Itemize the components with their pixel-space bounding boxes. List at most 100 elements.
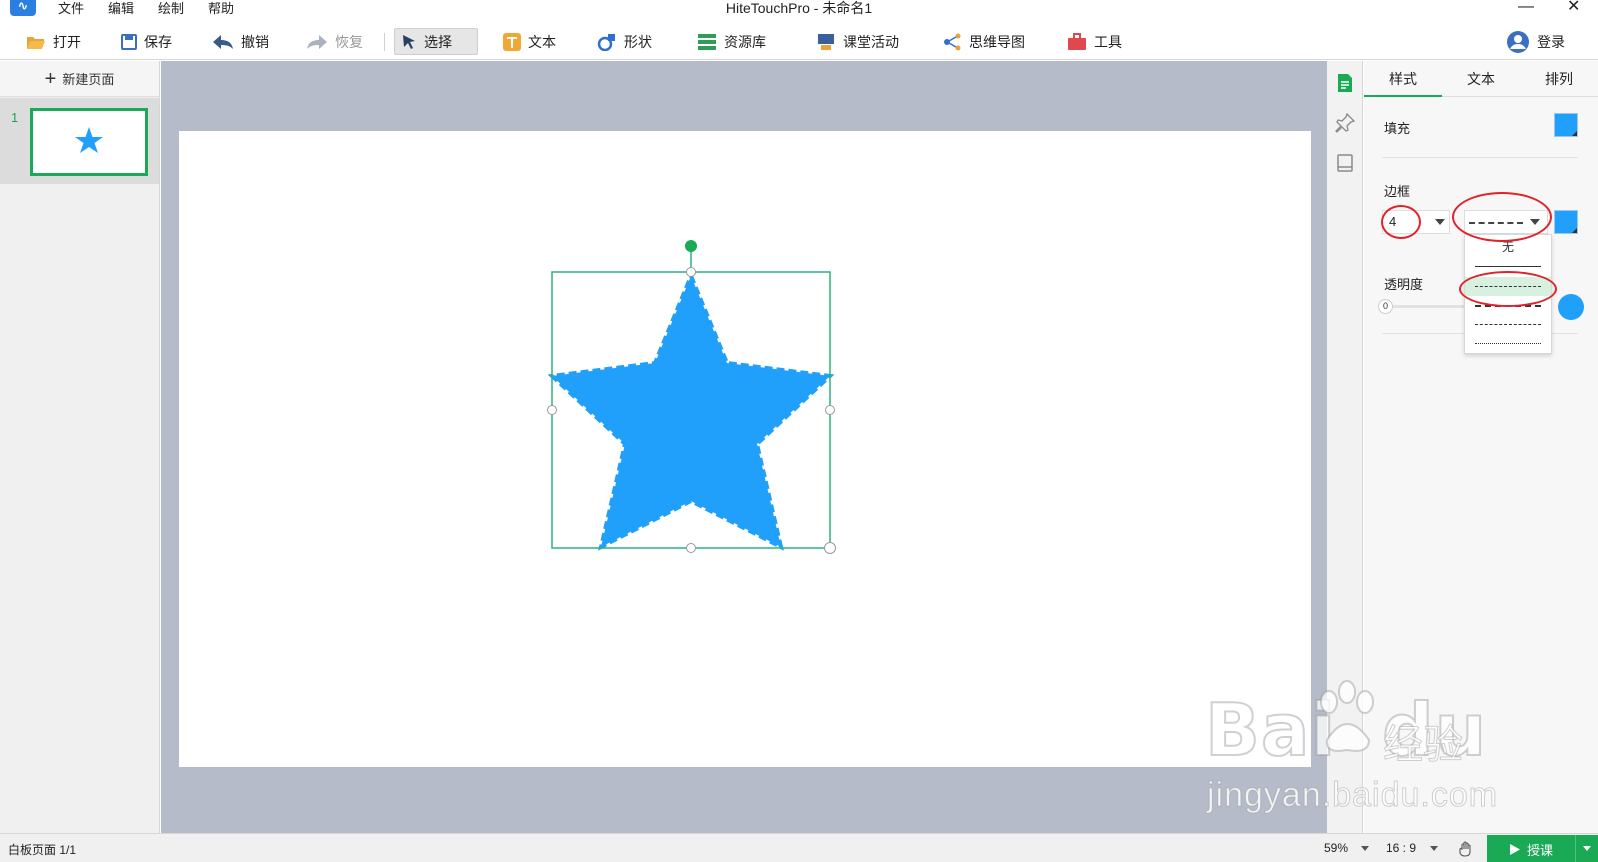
title-bar: ∿ 文件 编辑 绘制 帮助 HiteTouchPro - 未命名1 — ✕ xyxy=(0,0,1598,18)
annotation-circle xyxy=(1381,205,1421,239)
opacity-label: 透明度 xyxy=(1384,277,1424,292)
opacity-slider-knob[interactable]: 0 xyxy=(1378,299,1393,314)
login-button[interactable]: 登录 xyxy=(1500,28,1571,55)
menu-edit[interactable]: 编辑 xyxy=(108,0,134,17)
resize-handle-right[interactable] xyxy=(825,405,835,415)
mindmap-icon xyxy=(944,33,961,50)
new-page-button[interactable]: + 新建页面 xyxy=(0,61,159,97)
redo-button[interactable]: 恢复 xyxy=(300,28,369,55)
page-number: 1 xyxy=(11,110,19,125)
play-icon xyxy=(1510,843,1520,855)
undo-button[interactable]: 撤销 xyxy=(206,28,275,55)
book-icon[interactable] xyxy=(1335,153,1355,173)
fill-label: 填充 xyxy=(1384,121,1411,136)
whiteboard-page[interactable] xyxy=(179,131,1311,767)
undo-icon xyxy=(213,34,233,49)
border-label: 边框 xyxy=(1384,184,1411,199)
menu-help[interactable]: 帮助 xyxy=(208,0,234,17)
menu-file[interactable]: 文件 xyxy=(58,0,84,17)
hand-icon[interactable] xyxy=(1458,841,1474,857)
chevron-down-icon xyxy=(1435,219,1445,225)
toolbar-separator xyxy=(384,33,385,51)
redo-label: 恢复 xyxy=(335,33,363,50)
user-avatar-icon xyxy=(1507,30,1529,53)
divider xyxy=(1382,157,1578,158)
new-page-label: 新建页面 xyxy=(62,72,115,87)
border-color-swatch[interactable] xyxy=(1554,210,1578,234)
border-style-option-dash-dot[interactable] xyxy=(1465,315,1551,334)
text-label: 文本 xyxy=(528,33,556,50)
activities-label: 课堂活动 xyxy=(843,33,899,50)
teach-label: 授课 xyxy=(1527,842,1554,858)
resize-handle-bottom[interactable] xyxy=(686,543,696,553)
zoom-level[interactable]: 59% xyxy=(1324,841,1348,855)
resize-handle-bottom-right[interactable] xyxy=(824,542,836,554)
save-icon xyxy=(121,33,137,50)
aspect-ratio[interactable]: 16 : 9 xyxy=(1386,841,1416,855)
open-button[interactable]: 打开 xyxy=(20,28,87,55)
pin-icon[interactable] xyxy=(1335,113,1355,133)
side-icon-bar xyxy=(1327,61,1363,833)
canvas-svg xyxy=(547,240,836,554)
shape-label: 形状 xyxy=(624,33,652,50)
resources-icon xyxy=(698,33,716,50)
resize-handle-left[interactable] xyxy=(547,405,557,415)
page-thumbnail[interactable] xyxy=(30,108,148,176)
toolbar: 打开 保存 撤销 恢复 选择 文本 形状 资源库 课堂活动 思维导图 工具 登录 xyxy=(0,22,1598,60)
tab-text[interactable]: 文本 xyxy=(1442,61,1520,97)
open-label: 打开 xyxy=(53,33,81,50)
redo-icon xyxy=(307,34,327,49)
resources-button[interactable]: 资源库 xyxy=(691,28,772,55)
status-bar: 白板页面 1/1 59% 16 : 9 授课 xyxy=(0,833,1598,862)
chevron-down-icon[interactable] xyxy=(1430,846,1438,851)
shape-button[interactable]: 形状 xyxy=(591,28,658,55)
save-button[interactable]: 保存 xyxy=(115,28,178,55)
login-label: 登录 xyxy=(1537,33,1565,50)
undo-label: 撤销 xyxy=(241,33,269,50)
border-style-option-dotted[interactable] xyxy=(1465,334,1551,353)
mindmap-button[interactable]: 思维导图 xyxy=(936,28,1031,55)
star-shape[interactable] xyxy=(547,270,835,551)
annotation-circle xyxy=(1452,192,1552,242)
cursor-arrow-icon xyxy=(403,34,415,49)
text-button[interactable]: 文本 xyxy=(497,28,562,55)
style-panel-icon[interactable] xyxy=(1335,73,1355,93)
fill-color-swatch[interactable] xyxy=(1554,113,1578,137)
tab-arrange[interactable]: 排列 xyxy=(1520,61,1598,97)
tab-style[interactable]: 样式 xyxy=(1364,61,1442,97)
close-button[interactable]: ✕ xyxy=(1567,0,1580,16)
toolbox-icon xyxy=(1068,32,1086,50)
minimize-button[interactable]: — xyxy=(1518,0,1534,16)
teach-button[interactable]: 授课 xyxy=(1487,835,1598,862)
teach-dropdown-button[interactable] xyxy=(1575,835,1598,862)
text-icon xyxy=(503,32,521,51)
select-label: 选择 xyxy=(424,33,452,50)
thumbnail-star-icon xyxy=(75,127,103,153)
menu-draw[interactable]: 绘制 xyxy=(158,0,184,17)
window-title: HiteTouchPro - 未命名1 xyxy=(725,0,873,16)
app-logo-icon[interactable]: ∿ xyxy=(10,0,36,16)
tools-button[interactable]: 工具 xyxy=(1061,28,1128,55)
page-thumbnail-row[interactable]: 1 xyxy=(0,98,159,184)
annotation-circle xyxy=(1459,271,1557,307)
mindmap-label: 思维导图 xyxy=(969,33,1025,50)
canvas-area xyxy=(161,61,1327,833)
resources-label: 资源库 xyxy=(724,33,766,50)
activities-button[interactable]: 课堂活动 xyxy=(810,28,905,55)
rotate-handle[interactable] xyxy=(685,240,697,252)
save-label: 保存 xyxy=(144,33,172,50)
properties-tabs: 样式 文本 排列 xyxy=(1364,61,1598,97)
chevron-down-icon[interactable] xyxy=(1361,846,1369,851)
tools-label: 工具 xyxy=(1094,33,1122,50)
folder-open-icon xyxy=(27,36,45,49)
opacity-color-dot[interactable] xyxy=(1558,294,1584,320)
page-info: 白板页面 1/1 xyxy=(8,843,77,857)
pages-panel: + 新建页面 1 xyxy=(0,61,160,833)
select-button[interactable]: 选择 xyxy=(394,28,478,55)
shape-icon xyxy=(597,33,615,51)
resize-handle-top[interactable] xyxy=(686,267,696,277)
plus-icon: + xyxy=(44,67,57,90)
properties-panel: 样式 文本 排列 填充 边框 4 透明度 0 无 xyxy=(1364,61,1598,833)
teach-main[interactable]: 授课 xyxy=(1487,835,1575,862)
classroom-icon xyxy=(818,33,834,50)
